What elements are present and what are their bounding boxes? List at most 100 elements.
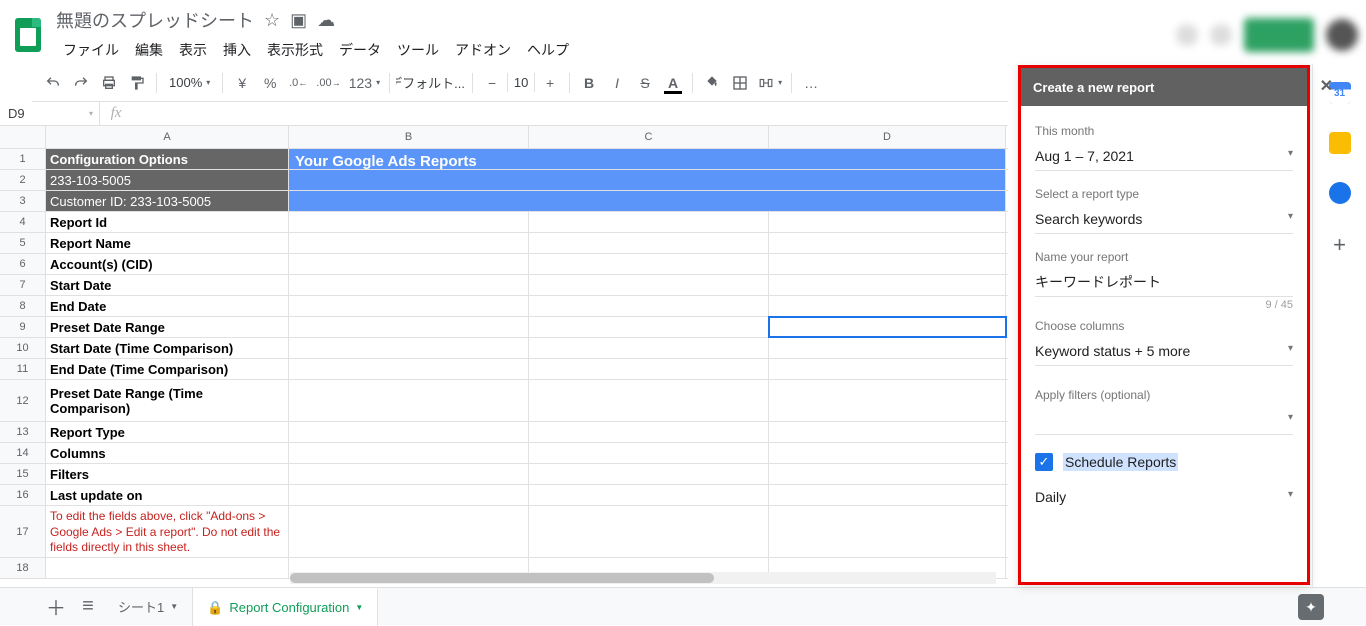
- cell[interactable]: [289, 380, 529, 421]
- cell[interactable]: [529, 254, 769, 274]
- number-format-dropdown[interactable]: 123: [346, 70, 383, 96]
- cell[interactable]: 233-103-5005: [46, 170, 289, 190]
- cell[interactable]: Report Name: [46, 233, 289, 253]
- cell[interactable]: [529, 506, 769, 557]
- cell[interactable]: [769, 296, 1006, 316]
- cell[interactable]: [769, 443, 1006, 463]
- menu-addons[interactable]: アドオン: [448, 36, 518, 64]
- cell[interactable]: [289, 275, 529, 295]
- zoom-dropdown[interactable]: 100%: [163, 70, 216, 96]
- schedule-checkbox[interactable]: ✓: [1035, 453, 1053, 471]
- cell[interactable]: [289, 443, 529, 463]
- chevron-down-icon[interactable]: ▼: [355, 603, 363, 612]
- cell[interactable]: [289, 212, 529, 232]
- borders-button[interactable]: [727, 70, 753, 96]
- cell[interactable]: [769, 233, 1006, 253]
- redo-icon[interactable]: [68, 70, 94, 96]
- cell[interactable]: Preset Date Range (Time Comparison): [46, 380, 289, 421]
- cell[interactable]: [529, 359, 769, 379]
- cell[interactable]: [529, 380, 769, 421]
- cell[interactable]: To edit the fields above, click "Add-ons…: [46, 506, 289, 557]
- tasks-icon[interactable]: [1329, 182, 1351, 204]
- sheet-tab-report-config[interactable]: 🔒Report Configuration▼: [193, 588, 378, 626]
- row-header[interactable]: 3: [0, 191, 46, 212]
- cell[interactable]: Start Date (Time Comparison): [46, 338, 289, 358]
- cell[interactable]: [769, 464, 1006, 484]
- date-range-dropdown[interactable]: Aug 1 – 7, 2021: [1035, 144, 1293, 171]
- row-header[interactable]: 8: [0, 296, 46, 317]
- row-header[interactable]: 15: [0, 464, 46, 485]
- add-sheet-button[interactable]: ＋: [40, 591, 72, 623]
- merge-button[interactable]: [755, 70, 785, 96]
- cell[interactable]: Columns: [46, 443, 289, 463]
- sheets-logo[interactable]: [8, 15, 48, 55]
- all-sheets-button[interactable]: ≡: [72, 591, 104, 623]
- sheet-tab-1[interactable]: シート1▼: [104, 588, 193, 626]
- cell[interactable]: [289, 233, 529, 253]
- paint-format-icon[interactable]: [124, 70, 150, 96]
- cell[interactable]: [289, 359, 529, 379]
- frequency-dropdown[interactable]: Daily: [1035, 485, 1293, 511]
- increase-decimal-button[interactable]: .00→: [313, 70, 343, 96]
- cell[interactable]: [769, 317, 1006, 337]
- cell[interactable]: Preset Date Range: [46, 317, 289, 337]
- close-icon[interactable]: ✕: [1320, 76, 1333, 96]
- cell[interactable]: [289, 296, 529, 316]
- col-header-d[interactable]: D: [769, 126, 1006, 148]
- row-header[interactable]: 2: [0, 170, 46, 191]
- cell[interactable]: Customer ID: 233-103-5005: [46, 191, 289, 211]
- cell[interactable]: [529, 317, 769, 337]
- cell[interactable]: Configuration Options: [46, 149, 289, 169]
- cell[interactable]: End Date: [46, 296, 289, 316]
- cell[interactable]: [769, 212, 1006, 232]
- cell[interactable]: [529, 422, 769, 442]
- cell[interactable]: Report Id: [46, 212, 289, 232]
- decrease-decimal-button[interactable]: .0←: [285, 70, 311, 96]
- horizontal-scrollbar[interactable]: [290, 572, 996, 584]
- font-size-decrease[interactable]: −: [479, 70, 505, 96]
- percent-button[interactable]: %: [257, 70, 283, 96]
- cell[interactable]: [529, 233, 769, 253]
- more-toolbar-button[interactable]: …: [798, 70, 824, 96]
- cloud-status-icon[interactable]: ☁: [317, 10, 335, 31]
- cell[interactable]: End Date (Time Comparison): [46, 359, 289, 379]
- row-header[interactable]: 1: [0, 149, 46, 170]
- row-header[interactable]: 12: [0, 380, 46, 422]
- row-header[interactable]: 18: [0, 558, 46, 579]
- cell[interactable]: [529, 338, 769, 358]
- cell[interactable]: [769, 359, 1006, 379]
- report-type-dropdown[interactable]: Search keywords: [1035, 207, 1293, 234]
- cell[interactable]: Filters: [46, 464, 289, 484]
- doc-title[interactable]: 無題のスプレッドシート: [56, 7, 254, 33]
- chevron-down-icon[interactable]: ▼: [170, 602, 178, 611]
- cell[interactable]: [769, 338, 1006, 358]
- explore-button[interactable]: ✦: [1298, 594, 1324, 620]
- menu-data[interactable]: データ: [332, 36, 388, 64]
- filters-dropdown[interactable]: [1035, 408, 1293, 435]
- cell[interactable]: [289, 464, 529, 484]
- menu-tools[interactable]: ツール: [390, 36, 446, 64]
- row-header[interactable]: 11: [0, 359, 46, 380]
- share-button[interactable]: [1244, 18, 1314, 52]
- italic-button[interactable]: I: [604, 70, 630, 96]
- report-name-input[interactable]: [1035, 270, 1293, 297]
- cell[interactable]: [769, 422, 1006, 442]
- row-header[interactable]: 6: [0, 254, 46, 275]
- row-header[interactable]: 14: [0, 443, 46, 464]
- strike-button[interactable]: S: [632, 70, 658, 96]
- cell[interactable]: [529, 275, 769, 295]
- text-color-button[interactable]: A: [660, 70, 686, 96]
- cell[interactable]: [289, 317, 529, 337]
- cell[interactable]: [769, 485, 1006, 505]
- menu-view[interactable]: 表示: [172, 36, 214, 64]
- cell[interactable]: [46, 558, 289, 578]
- print-icon[interactable]: [96, 70, 122, 96]
- menu-help[interactable]: ヘルプ: [520, 36, 576, 64]
- cell[interactable]: [289, 338, 529, 358]
- font-dropdown[interactable]: デフォルト...: [396, 70, 466, 96]
- fill-color-button[interactable]: [699, 70, 725, 96]
- menu-file[interactable]: ファイル: [56, 36, 126, 64]
- col-header-b[interactable]: B: [289, 126, 529, 148]
- cell[interactable]: [769, 380, 1006, 421]
- currency-button[interactable]: ¥: [229, 70, 255, 96]
